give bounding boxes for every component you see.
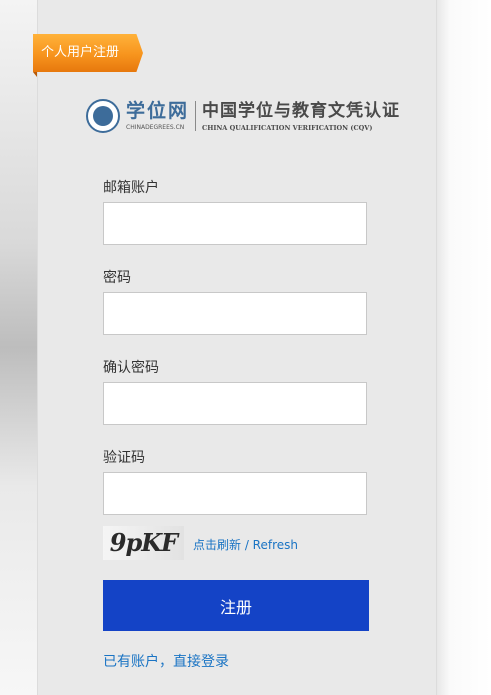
- logo-brand-en: CHINADEGREES.CN: [126, 124, 185, 131]
- logo-divider: [195, 101, 197, 131]
- captcha-image[interactable]: 9pKF: [103, 526, 184, 560]
- password-label: 密码: [103, 270, 131, 286]
- captcha-image-text: 9pKF: [109, 528, 178, 557]
- background-photo-left: [0, 0, 40, 695]
- ribbon-fold: [33, 72, 37, 77]
- register-button[interactable]: 注册: [103, 580, 369, 631]
- logo-title: 中国学位与教育文凭认证: [202, 100, 401, 121]
- captcha-refresh-link[interactable]: 点击刷新 / Refresh: [193, 536, 298, 553]
- captcha-field[interactable]: [103, 472, 367, 515]
- email-label: 邮箱账户: [103, 180, 159, 196]
- page-title-ribbon: 个人用户注册: [33, 34, 143, 72]
- confirm-password-field[interactable]: [103, 382, 367, 425]
- logo-subtitle: CHINA QUALIFICATION VERIFICATION (CQV): [202, 123, 373, 132]
- email-field[interactable]: [103, 202, 367, 245]
- background-right: [436, 0, 491, 695]
- site-logo: 学位网 CHINADEGREES.CN 中国学位与教育文凭认证 CHINA QU…: [86, 96, 400, 136]
- login-link[interactable]: 已有账户，直接登录: [103, 651, 229, 671]
- captcha-label: 验证码: [103, 450, 145, 466]
- password-field[interactable]: [103, 292, 367, 335]
- logo-brand-cn: 学位网: [126, 100, 190, 122]
- seal-icon: [86, 99, 120, 133]
- confirm-password-label: 确认密码: [103, 360, 159, 376]
